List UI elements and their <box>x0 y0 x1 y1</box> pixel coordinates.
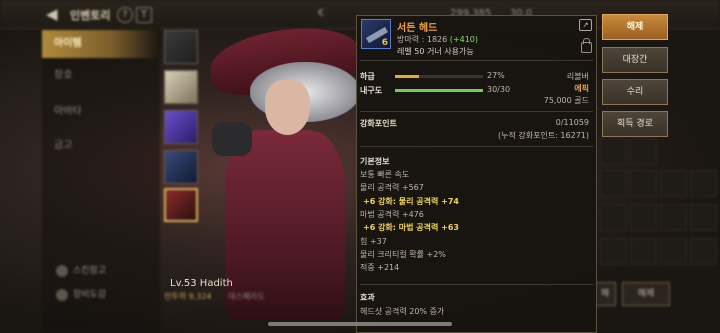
enhance-stat-line: +6 강화: 마법 공격력 +63 <box>363 223 459 233</box>
currency-icon: € <box>318 8 325 19</box>
item-attack-label: 방마력 : 1826 <box>397 35 448 44</box>
character-power: 전투력 9,324 <box>164 292 212 301</box>
inventory-cell[interactable] <box>600 170 627 197</box>
equip-slot[interactable] <box>164 70 198 104</box>
enhance-accum: (누적 강화포인트: 16271) <box>498 131 589 140</box>
inventory-cell[interactable] <box>600 138 627 165</box>
inventory-cell[interactable] <box>630 138 657 165</box>
price: 75,000 골드 <box>543 96 589 105</box>
menu-item-items[interactable]: 아이템 <box>42 30 160 58</box>
item-icon: 6 <box>361 19 391 49</box>
menu-item-jangho[interactable]: 장호 <box>42 62 160 90</box>
effect-label: 효과 <box>360 293 375 302</box>
character-level-name: Lv.53 Hadith <box>170 278 233 289</box>
inventory-cell[interactable] <box>690 238 717 265</box>
divider <box>360 146 593 147</box>
bottom-button-label: 해제 <box>637 289 655 299</box>
stat-line: 물리 크리티컬 확률 +2% <box>360 249 446 259</box>
unequip-button[interactable]: 해제 <box>602 14 668 40</box>
item-level-requirement: 레벨 50 거너 사용가능 <box>397 47 474 56</box>
item-attack-bonus: (+410) <box>449 35 478 44</box>
character-glove <box>212 122 252 156</box>
grade-percent: 27% <box>487 71 505 80</box>
inventory-cell[interactable] <box>630 170 657 197</box>
enhance-stat-line: +6 강화: 물리 공격력 +74 <box>363 196 459 206</box>
back-arrow-icon[interactable]: ◀ <box>46 5 58 23</box>
bottom-button-unequip[interactable]: 해제 <box>622 282 670 306</box>
forge-button[interactable]: 대장간 <box>602 47 668 73</box>
divider <box>360 111 593 112</box>
item-name: 서든 헤드 <box>397 23 438 34</box>
equip-book-link[interactable]: 장비도감 <box>56 287 106 301</box>
menu-item-storage[interactable]: 금고 <box>42 132 160 160</box>
grade-bar-fill <box>395 75 419 78</box>
stat-line: 힘 +37 <box>360 236 387 246</box>
inventory-cell[interactable] <box>660 204 687 231</box>
repair-button[interactable]: 수리 <box>602 79 668 105</box>
grade-label: 하급 <box>360 72 375 81</box>
item-attack: 방마력 : 1826 (+410) <box>397 34 478 45</box>
grade-bar <box>395 75 483 78</box>
home-indicator[interactable] <box>268 322 452 326</box>
inventory-cell[interactable] <box>630 204 657 231</box>
basic-info-label: 기본정보 <box>360 157 390 166</box>
equip-slot[interactable] <box>164 30 198 64</box>
item-tooltip: 6 서든 헤드 방마력 : 1826 (+410) 레벨 50 거너 사용가능 … <box>356 15 597 333</box>
page-title: 인벤토리 <box>70 9 111 22</box>
enhance-label: 강화포인트 <box>360 119 397 128</box>
stat-line: 보통 빠른 속도 <box>360 170 410 179</box>
help-icon[interactable]: ? <box>117 7 133 23</box>
bottom-button-left[interactable]: 해 <box>594 282 616 306</box>
filter-icon[interactable]: T <box>136 7 152 23</box>
stat-line: 마법 공격력 +476 <box>360 209 424 219</box>
equip-slot-selected[interactable] <box>164 188 198 222</box>
rarity: 에픽 <box>574 84 589 93</box>
lock-icon[interactable] <box>581 38 592 53</box>
item-tier: 6 <box>381 38 388 48</box>
inventory-cell[interactable] <box>660 170 687 197</box>
inventory-cell[interactable] <box>690 204 717 231</box>
durability-label: 내구도 <box>360 86 383 95</box>
divider <box>360 60 593 61</box>
inventory-cell[interactable] <box>600 204 627 231</box>
inventory-cell[interactable] <box>660 238 687 265</box>
skin-icon <box>56 264 68 277</box>
effect-text: 헤드샷 공격력 20% 증가 <box>360 307 445 316</box>
obtain-path-button[interactable]: 획득 경로 <box>602 111 668 137</box>
inventory-cell[interactable] <box>630 238 657 265</box>
stat-line: 물리 공격력 +567 <box>360 183 424 193</box>
character-class: 데스페라도 <box>228 292 265 301</box>
skin-storage-link[interactable]: 스킨창고 <box>56 263 106 277</box>
durability-value: 30/30 <box>487 85 511 94</box>
durability-bar-fill <box>395 89 483 92</box>
share-icon[interactable]: ↗ <box>579 19 592 31</box>
book-icon <box>56 288 68 301</box>
equip-slot[interactable] <box>164 110 198 144</box>
character-face <box>265 80 310 135</box>
inventory-cell[interactable] <box>690 170 717 197</box>
stat-line: 적중 +214 <box>360 263 400 273</box>
weapon-type: 리볼버 <box>566 72 589 81</box>
menu-item-avatar[interactable]: 아바타 <box>42 98 160 126</box>
inventory-cell[interactable] <box>600 238 627 265</box>
durability-bar <box>395 89 483 92</box>
equip-slot[interactable] <box>164 150 198 184</box>
enhance-value: 0/11059 <box>555 118 589 127</box>
divider <box>360 284 593 285</box>
